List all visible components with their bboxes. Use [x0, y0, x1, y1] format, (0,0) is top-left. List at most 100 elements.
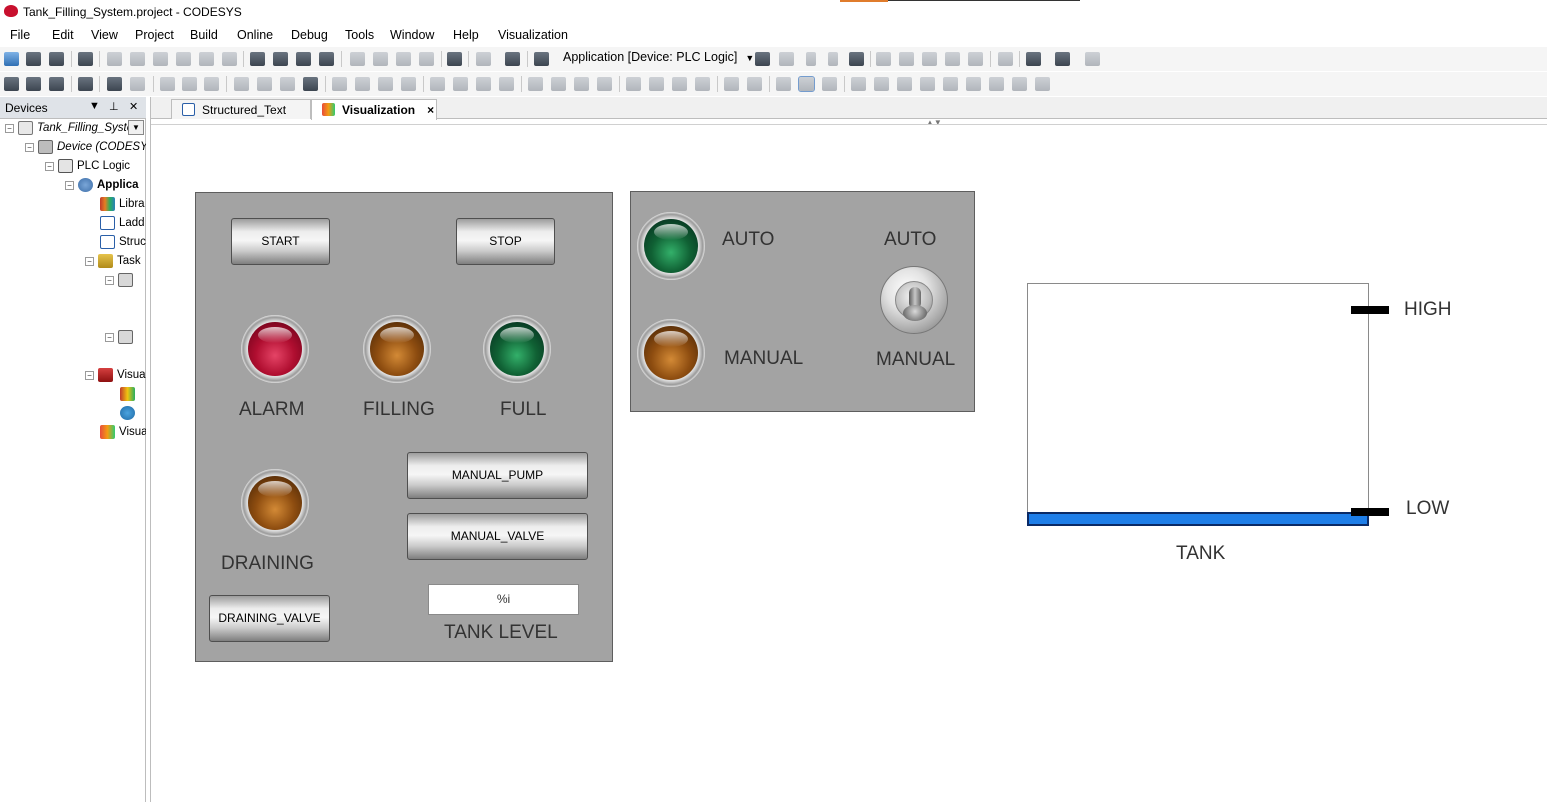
find-icon[interactable] [250, 52, 265, 66]
pin-icon[interactable]: ⊥ [109, 100, 119, 113]
visu-bring-front-icon[interactable] [107, 77, 122, 91]
mode-toggle-switch[interactable] [880, 266, 948, 334]
connector-6-icon[interactable] [966, 77, 981, 91]
bookmark-icon[interactable] [350, 52, 365, 66]
replace-icon[interactable] [273, 52, 288, 66]
spacing-inc-icon[interactable] [453, 77, 468, 91]
collapse-icon[interactable]: − [85, 256, 94, 266]
visu-send-back-icon[interactable] [130, 77, 145, 91]
write-values-icon[interactable] [998, 52, 1013, 66]
collapse-icon[interactable]: − [5, 123, 14, 133]
same-width-icon[interactable] [378, 77, 393, 91]
clipboard-icon[interactable] [447, 52, 462, 66]
visu-table-icon[interactable] [49, 77, 64, 91]
size-both-icon[interactable] [597, 77, 612, 91]
menu-visualization[interactable]: Visualization [498, 28, 568, 42]
align-center-icon[interactable] [182, 77, 197, 91]
collapse-icon[interactable]: − [85, 370, 94, 380]
menu-build[interactable]: Build [190, 28, 218, 42]
export-icon[interactable] [505, 52, 520, 66]
ungroup-elements-icon[interactable] [747, 77, 762, 91]
object-icon[interactable] [476, 52, 491, 66]
connector-2-icon[interactable] [874, 77, 889, 91]
delete-icon[interactable] [222, 52, 237, 66]
copy-icon[interactable] [176, 52, 191, 66]
find-next-icon[interactable] [296, 52, 311, 66]
menu-tools[interactable]: Tools [345, 28, 374, 42]
tree-item-task-1[interactable]: − [105, 273, 137, 292]
reset-icon[interactable] [849, 52, 864, 66]
close-icon[interactable]: ✕ [129, 100, 138, 113]
tab-structured-text[interactable]: Structured_Text [171, 99, 311, 119]
size-height-icon[interactable] [574, 77, 589, 91]
same-height-icon[interactable] [401, 77, 416, 91]
align-top-icon[interactable] [234, 77, 249, 91]
size-icon[interactable] [528, 77, 543, 91]
find-previous-icon[interactable] [319, 52, 334, 66]
visu-tool-icon[interactable] [4, 77, 19, 91]
tree-item-application[interactable]: − Applica [65, 178, 139, 197]
tree-item-project[interactable]: − Tank_Filling_Syste [5, 121, 133, 140]
logout-icon[interactable] [779, 52, 794, 66]
size-width-icon[interactable] [551, 77, 566, 91]
tree-item-target-visu[interactable] [120, 387, 139, 406]
menu-file[interactable]: File [10, 28, 30, 42]
start-button[interactable]: START [231, 218, 330, 265]
visu-screen-icon[interactable] [78, 77, 93, 91]
draining-valve-button[interactable]: DRAINING_VALVE [209, 595, 330, 642]
step-into-icon[interactable] [922, 52, 937, 66]
menu-project[interactable]: Project [135, 28, 174, 42]
new-file-icon[interactable] [4, 52, 19, 66]
tree-item-plc-logic[interactable]: − PLC Logic [45, 159, 130, 178]
align-bottom-icon[interactable] [280, 77, 295, 91]
start-icon[interactable] [806, 52, 816, 66]
redo-icon[interactable] [130, 52, 145, 66]
order-back-icon[interactable] [649, 77, 664, 91]
layout-top-icon[interactable] [776, 77, 791, 91]
menu-view[interactable]: View [91, 28, 118, 42]
save-icon[interactable] [49, 52, 64, 66]
tree-item-task-2[interactable]: − [105, 330, 137, 349]
stop-icon[interactable] [828, 52, 838, 66]
paste-icon[interactable] [199, 52, 214, 66]
move-up-icon[interactable] [989, 77, 1004, 91]
cut-icon[interactable] [153, 52, 168, 66]
menu-help[interactable]: Help [453, 28, 479, 42]
collapse-icon[interactable]: − [25, 142, 34, 152]
active-application-combo[interactable]: Application [Device: PLC Logic] ▼ [563, 50, 754, 64]
bookmark-clear-icon[interactable] [419, 52, 434, 66]
close-tab-icon[interactable]: × [427, 103, 434, 117]
connector-5-icon[interactable] [943, 77, 958, 91]
tree-item-ladder[interactable]: Ladd [100, 216, 145, 235]
force-values-icon[interactable] [1026, 52, 1041, 66]
tree-item-structured-text[interactable]: Struc [100, 235, 146, 254]
grid-icon[interactable] [534, 52, 549, 66]
filter-icon[interactable] [1055, 52, 1070, 66]
trace-icon[interactable] [1085, 52, 1100, 66]
bookmark-next-icon[interactable] [373, 52, 388, 66]
tree-item-task-config[interactable]: − Task [85, 254, 141, 273]
stop-button[interactable]: STOP [456, 218, 555, 265]
distribute-v-icon[interactable] [355, 77, 370, 91]
tree-item-device[interactable]: − Device (CODESYS [25, 140, 146, 159]
manual-valve-button[interactable]: MANUAL_VALVE [407, 513, 588, 560]
order-forward-icon[interactable] [672, 77, 687, 91]
connector-1-icon[interactable] [851, 77, 866, 91]
manual-pump-button[interactable]: MANUAL_PUMP [407, 452, 588, 499]
align-left-icon[interactable] [160, 77, 175, 91]
move-down-icon[interactable] [1012, 77, 1027, 91]
splitter-arrow-icon[interactable]: ▲▼ [926, 118, 942, 127]
group-icon[interactable] [303, 77, 318, 91]
order-backward-icon[interactable] [695, 77, 710, 91]
collapse-icon[interactable]: − [65, 180, 74, 190]
collapse-icon[interactable]: − [105, 332, 114, 342]
print-icon[interactable] [78, 52, 93, 66]
distribute-h-icon[interactable] [332, 77, 347, 91]
tab-visualization[interactable]: Visualization × [311, 99, 437, 120]
group-elements-icon[interactable] [724, 77, 739, 91]
breakpoint-icon[interactable] [876, 52, 891, 66]
spacing-icon[interactable] [430, 77, 445, 91]
menu-debug[interactable]: Debug [291, 28, 328, 42]
align-right-icon[interactable] [204, 77, 219, 91]
open-folder-icon[interactable] [26, 52, 41, 66]
